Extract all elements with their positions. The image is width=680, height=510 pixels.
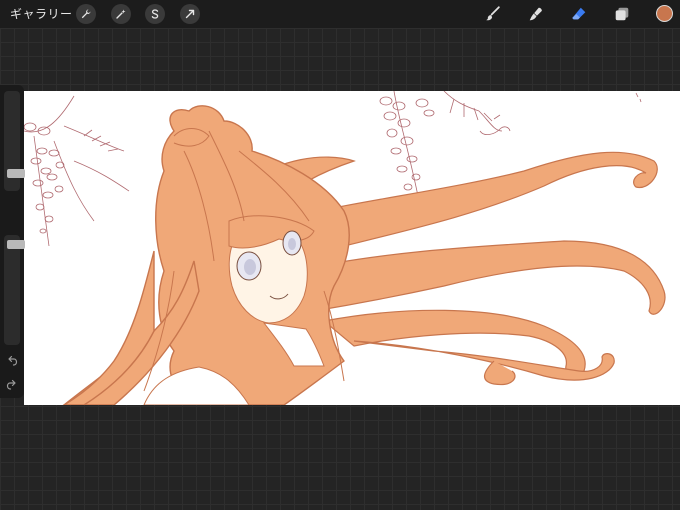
undo-button[interactable] [6,355,18,367]
smudge-button[interactable] [526,4,546,24]
actions-button[interactable] [76,4,96,24]
brush-size-thumb[interactable] [7,169,25,179]
paint-brush-button[interactable] [483,4,503,24]
brush-sidebar [0,85,25,398]
redo-arrow-icon [6,379,16,390]
layers-button[interactable] [612,4,632,24]
opacity-thumb[interactable] [7,240,25,250]
selection-button[interactable] [145,4,165,24]
adjustments-button[interactable] [111,4,131,24]
smudge-icon [529,7,542,21]
undo-arrow-icon [8,355,18,366]
brush-size-slider[interactable] [4,91,25,191]
redo-button[interactable] [6,379,18,391]
top-toolbar: ギャラリー [0,0,680,28]
drawing-canvas[interactable] [24,91,680,405]
wrench-icon [81,9,91,19]
illustration-artwork [24,91,666,405]
transform-button[interactable] [180,4,200,24]
eraser-icon [572,7,586,20]
color-swatch-button[interactable] [656,5,673,22]
opacity-slider[interactable] [4,235,25,345]
magic-wand-icon [116,9,126,19]
eraser-button[interactable] [569,4,589,24]
wisteria-left [24,95,130,247]
transform-arrow-icon [185,9,195,19]
brush-icon [486,6,500,21]
gallery-button[interactable]: ギャラリー [10,6,73,22]
selection-s-icon [151,9,159,19]
layers-icon [615,7,629,21]
